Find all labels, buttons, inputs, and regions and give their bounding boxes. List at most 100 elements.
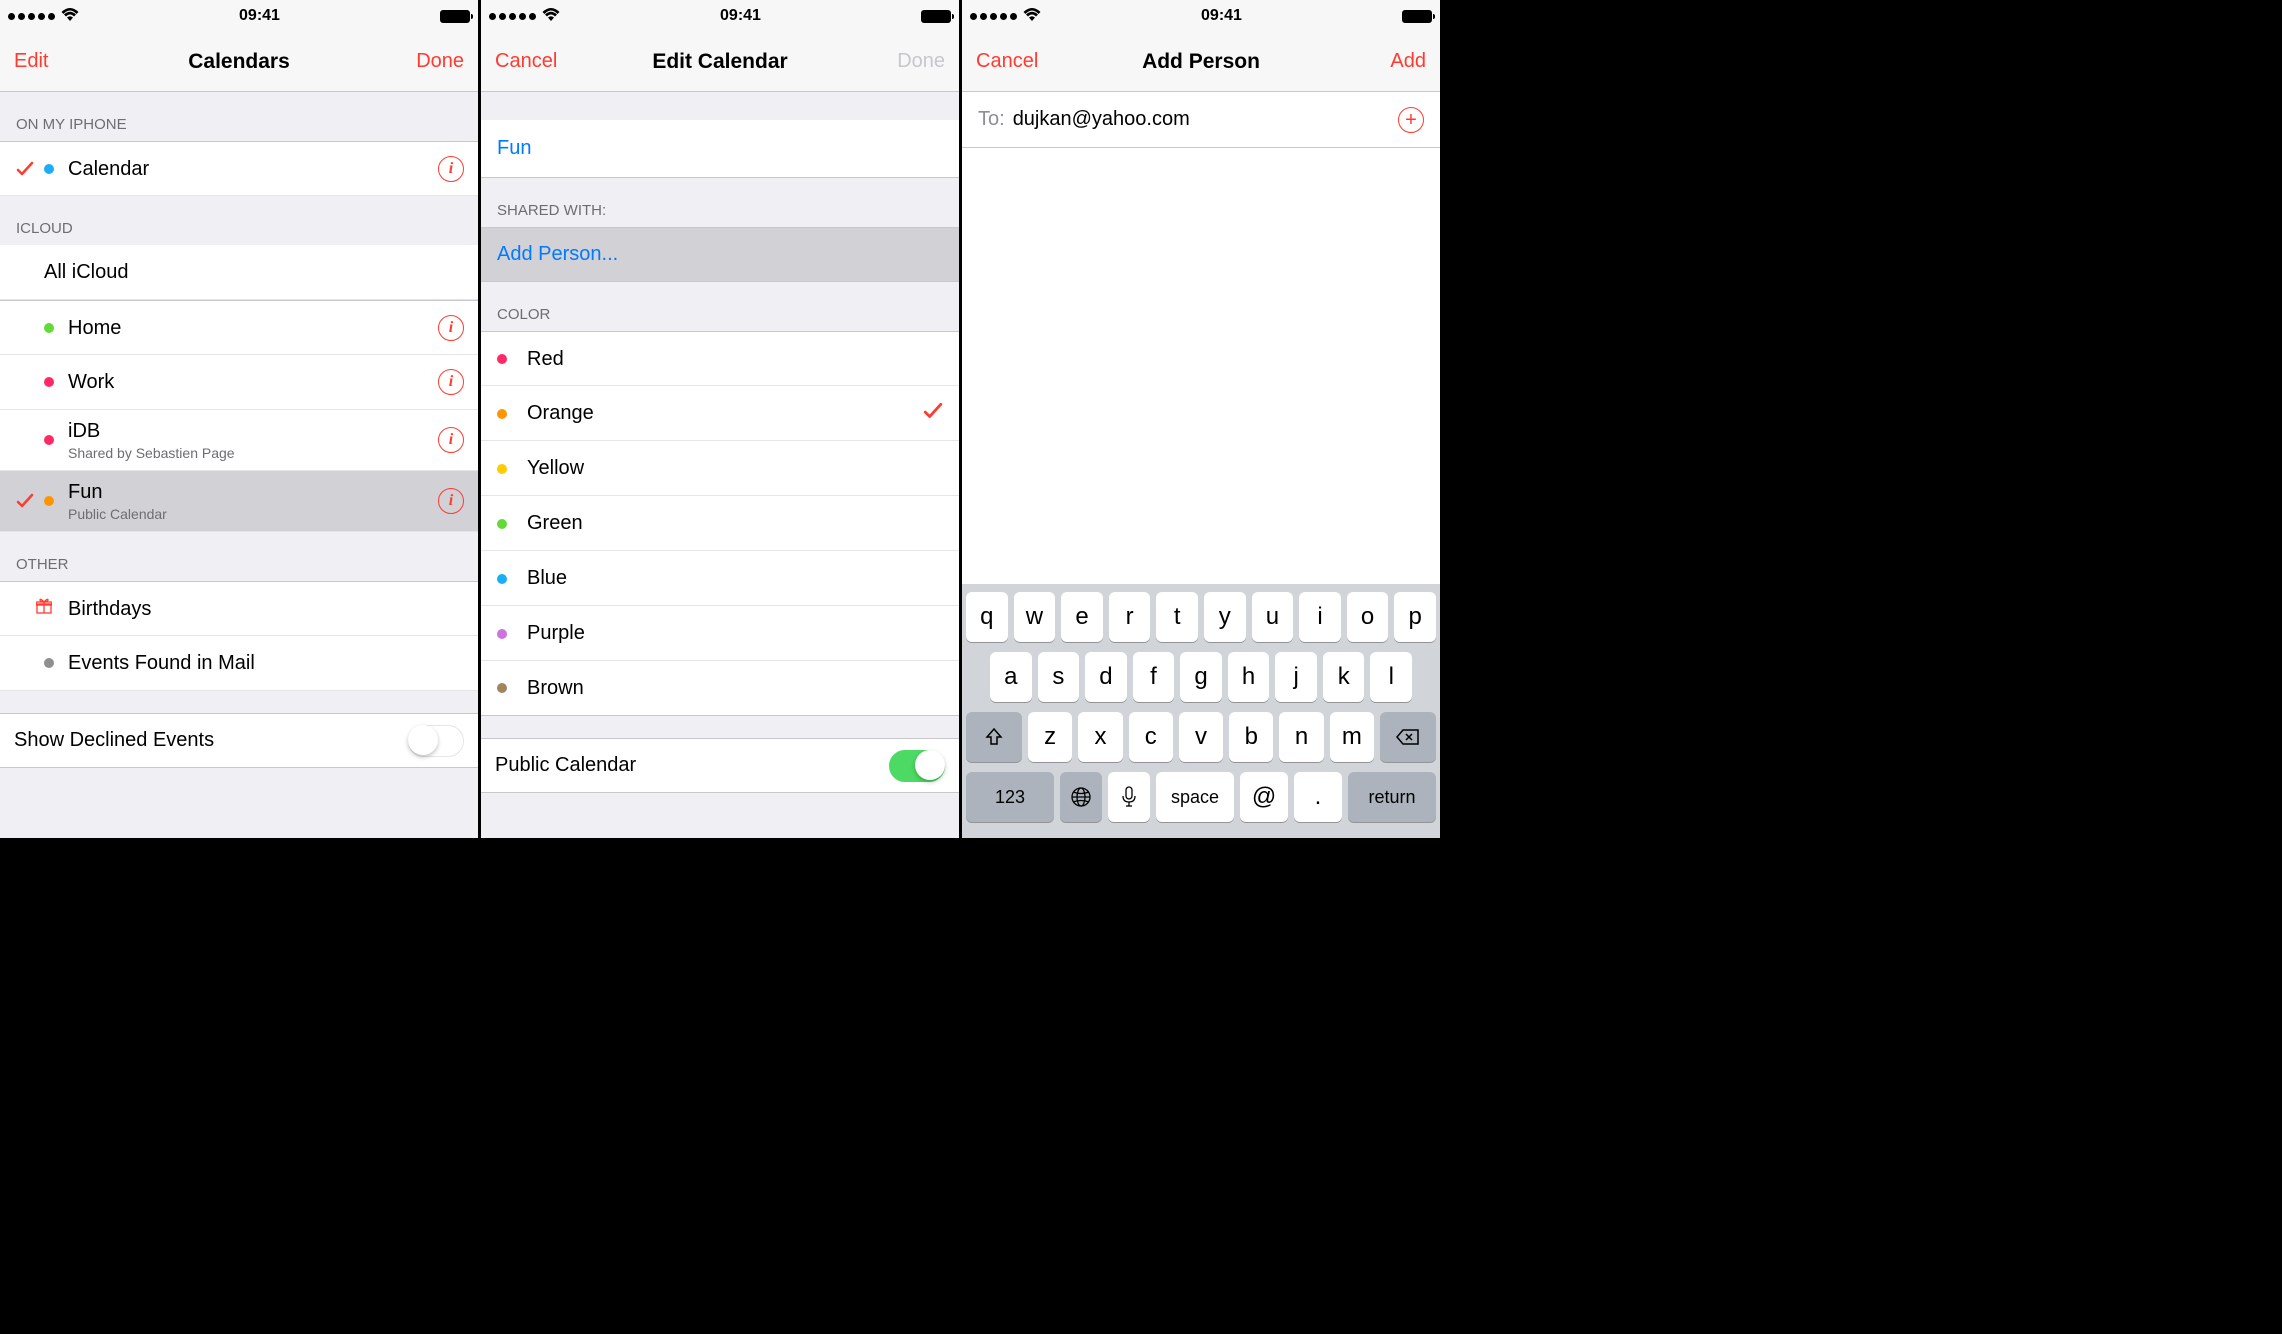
shift-key[interactable]	[966, 712, 1022, 762]
key-a[interactable]: a	[990, 652, 1032, 702]
calendar-label: Fun	[68, 479, 438, 505]
calendar-row[interactable]: Events Found in Mail	[0, 636, 478, 691]
add-person-screen: 09:41 Cancel Add Person Add To: dujkan@y…	[962, 0, 1440, 838]
numbers-key[interactable]: 123	[966, 772, 1054, 822]
gift-icon	[36, 598, 52, 619]
section-header-color: Color	[481, 282, 959, 331]
key-m[interactable]: m	[1330, 712, 1374, 762]
color-option[interactable]: Yellow	[481, 441, 959, 496]
key-e[interactable]: e	[1061, 592, 1103, 642]
key-o[interactable]: o	[1347, 592, 1389, 642]
key-u[interactable]: u	[1252, 592, 1294, 642]
key-t[interactable]: t	[1156, 592, 1198, 642]
nav-bar: Cancel Edit Calendar Done	[481, 32, 959, 92]
signal-dots-icon	[8, 13, 55, 20]
key-z[interactable]: z	[1028, 712, 1072, 762]
calendar-row[interactable]: Calendar i	[0, 141, 478, 196]
done-button[interactable]: Done	[392, 50, 464, 73]
signal-dots-icon	[970, 13, 1017, 20]
calendar-row[interactable]: Work i	[0, 355, 478, 410]
key-l[interactable]: l	[1370, 652, 1412, 702]
calendar-label: Home	[68, 315, 438, 341]
key-c[interactable]: c	[1129, 712, 1173, 762]
info-icon[interactable]: i	[438, 369, 464, 395]
nav-bar: Edit Calendars Done	[0, 32, 478, 92]
all-icloud-row[interactable]: All iCloud	[0, 245, 478, 300]
done-button[interactable]: Done	[873, 50, 945, 73]
public-calendar-toggle[interactable]	[889, 750, 945, 782]
battery-icon	[1402, 10, 1432, 23]
calendar-color-dot	[44, 164, 54, 174]
calendar-row[interactable]: Home i	[0, 300, 478, 355]
key-q[interactable]: q	[966, 592, 1008, 642]
key-h[interactable]: h	[1228, 652, 1270, 702]
info-icon[interactable]: i	[438, 315, 464, 341]
calendar-label: Calendar	[68, 156, 438, 182]
status-time: 09:41	[720, 7, 761, 25]
color-option[interactable]: Brown	[481, 661, 959, 716]
color-label: Red	[527, 348, 943, 371]
key-s[interactable]: s	[1038, 652, 1080, 702]
info-icon[interactable]: i	[438, 156, 464, 182]
calendar-name-field[interactable]: Fun	[481, 120, 959, 178]
color-label: Purple	[527, 622, 943, 645]
key-p[interactable]: p	[1394, 592, 1436, 642]
color-dot	[497, 683, 507, 693]
key-i[interactable]: i	[1299, 592, 1341, 642]
show-declined-label: Show Declined Events	[14, 729, 408, 752]
key-j[interactable]: j	[1275, 652, 1317, 702]
battery-icon	[440, 10, 470, 23]
key-f[interactable]: f	[1133, 652, 1175, 702]
status-time: 09:41	[239, 7, 280, 25]
color-option[interactable]: Orange	[481, 386, 959, 441]
cancel-button[interactable]: Cancel	[976, 50, 1048, 73]
color-option[interactable]: Red	[481, 331, 959, 386]
show-declined-row[interactable]: Show Declined Events	[0, 713, 478, 768]
calendars-screen: 09:41 Edit Calendars Done On My iPhone C…	[0, 0, 478, 838]
color-dot	[497, 519, 507, 529]
to-field[interactable]: To: dujkan@yahoo.com +	[962, 92, 1440, 148]
key-x[interactable]: x	[1078, 712, 1122, 762]
color-option[interactable]: Blue	[481, 551, 959, 606]
key-b[interactable]: b	[1229, 712, 1273, 762]
calendar-sub: Public Calendar	[68, 505, 438, 523]
info-icon[interactable]: i	[438, 427, 464, 453]
color-option[interactable]: Green	[481, 496, 959, 551]
calendar-row[interactable]: Birthdays	[0, 581, 478, 636]
info-icon[interactable]: i	[438, 488, 464, 514]
calendar-row[interactable]: FunPublic Calendar i	[0, 471, 478, 532]
key-k[interactable]: k	[1323, 652, 1365, 702]
calendar-row[interactable]: iDBShared by Sebastien Page i	[0, 410, 478, 471]
calendar-sub: Shared by Sebastien Page	[68, 444, 438, 462]
status-bar: 09:41	[962, 0, 1440, 32]
return-key[interactable]: return	[1348, 772, 1436, 822]
key-v[interactable]: v	[1179, 712, 1223, 762]
nav-bar: Cancel Add Person Add	[962, 32, 1440, 92]
cancel-button[interactable]: Cancel	[495, 50, 567, 73]
color-option[interactable]: Purple	[481, 606, 959, 661]
calendar-name-value: Fun	[497, 137, 531, 160]
space-key[interactable]: space	[1156, 772, 1234, 822]
key-n[interactable]: n	[1279, 712, 1323, 762]
to-label: To:	[978, 108, 1005, 131]
mic-key[interactable]	[1108, 772, 1150, 822]
key-g[interactable]: g	[1180, 652, 1222, 702]
edit-button[interactable]: Edit	[14, 50, 86, 73]
dot-key[interactable]: .	[1294, 772, 1342, 822]
backspace-key[interactable]	[1380, 712, 1436, 762]
at-key[interactable]: @	[1240, 772, 1288, 822]
public-calendar-row[interactable]: Public Calendar	[481, 738, 959, 793]
page-title: Add Person	[1048, 50, 1354, 74]
section-header-onmyiphone: On My iPhone	[0, 92, 478, 141]
key-y[interactable]: y	[1204, 592, 1246, 642]
show-declined-toggle[interactable]	[408, 725, 464, 757]
add-contact-icon[interactable]: +	[1398, 107, 1424, 133]
key-w[interactable]: w	[1014, 592, 1056, 642]
key-r[interactable]: r	[1109, 592, 1151, 642]
key-d[interactable]: d	[1085, 652, 1127, 702]
add-person-button[interactable]: Add Person...	[481, 227, 959, 282]
keyboard: qwertyuiop asdfghjkl zxcvbnm 123 space@.r…	[962, 584, 1440, 838]
calendar-label: Birthdays	[68, 596, 464, 622]
add-button[interactable]: Add	[1354, 50, 1426, 73]
globe-key[interactable]	[1060, 772, 1102, 822]
